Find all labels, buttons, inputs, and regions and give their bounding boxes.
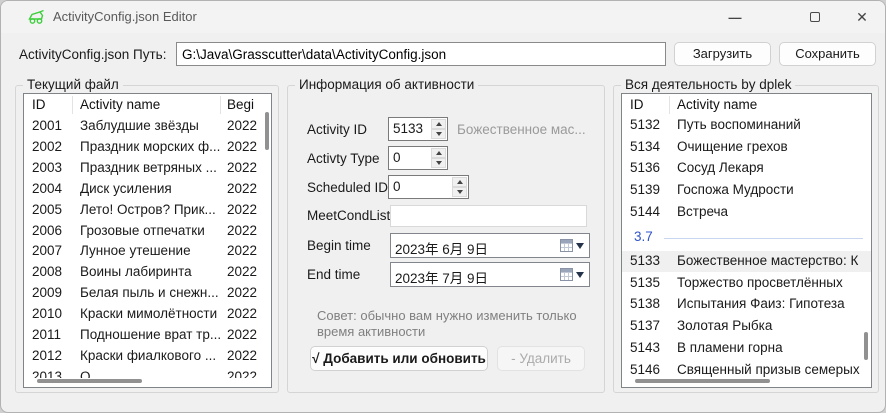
table-row[interactable]: 5144Встреча: [622, 202, 871, 223]
spin-up-icon[interactable]: [431, 119, 446, 129]
chevron-down-icon[interactable]: [576, 272, 584, 278]
path-label: ActivityConfig.json Путь:: [19, 47, 166, 62]
begin-time-picker[interactable]: 2023年 6月 9日: [390, 233, 590, 258]
horizontal-scrollbar[interactable]: [635, 379, 770, 383]
end-time-picker[interactable]: 2023年 7月 9日: [390, 262, 590, 287]
scheduled-id-stepper[interactable]: 0: [388, 175, 469, 199]
app-window: ActivityConfig.json Editor — ✕ ActivityC…: [0, 0, 886, 413]
vertical-scrollbar[interactable]: [864, 332, 868, 360]
table-row[interactable]: 5143В пламени горна: [622, 338, 871, 359]
scheduled-id-label: Scheduled ID: [307, 180, 388, 195]
minimize-icon: —: [729, 10, 742, 25]
table-row[interactable]: 2011Подношение врат тр...2022: [24, 325, 271, 346]
activity-info-group-title: Информация об активности: [295, 77, 478, 92]
table-row[interactable]: 5139Госпожа Мудрости: [622, 180, 871, 201]
activity-id-stepper[interactable]: 5133: [388, 117, 448, 141]
spin-down-icon[interactable]: [452, 187, 467, 197]
hint-text: Совет: обычно вам нужно изменить только …: [317, 308, 577, 340]
table-row[interactable]: 2005Лето! Остров? Прик...2022: [24, 200, 271, 221]
table-row-selected[interactable]: 5133Божественное мастерство: К: [622, 251, 871, 272]
all-activities-group-title: Вся деятельность by dplek: [621, 77, 795, 92]
all-activities-group: Вся деятельность by dplek ID Activity na…: [613, 85, 879, 393]
horizontal-scrollbar[interactable]: [37, 379, 142, 383]
calendar-icon: [560, 239, 573, 252]
activity-type-stepper[interactable]: 0: [388, 146, 448, 170]
table-row[interactable]: 2010Краски мимолётности2022: [24, 304, 271, 325]
activity-id-label: Activity ID: [307, 122, 367, 137]
table-row[interactable]: 5146Священный призыв семерых: [622, 360, 871, 381]
delete-button: - Удалить: [497, 346, 585, 371]
vertical-scrollbar[interactable]: [265, 112, 269, 150]
column-id[interactable]: ID: [630, 97, 644, 112]
column-activity-name[interactable]: Activity name: [80, 97, 160, 112]
table-row[interactable]: 2008Воины лабиринта2022: [24, 262, 271, 283]
save-button[interactable]: Сохранить: [779, 42, 876, 66]
meetcondlist-label: MeetCondList: [307, 208, 390, 223]
version-separator: 3.7: [622, 226, 871, 248]
current-file-table[interactable]: ID Activity name Begi 2001Заблудшие звёз…: [23, 93, 272, 388]
grasscutter-logo-icon: [27, 9, 45, 25]
column-activity-name[interactable]: Activity name: [677, 97, 757, 112]
table-row[interactable]: 5137Золотая Рыбка: [622, 316, 871, 337]
table-header[interactable]: ID Activity name: [622, 94, 871, 116]
column-divider: [220, 96, 221, 114]
table-row[interactable]: 2007Лунное утешение2022: [24, 241, 271, 262]
begin-time-label: Begin time: [307, 238, 371, 253]
window-title: ActivityConfig.json Editor: [53, 9, 197, 24]
spin-up-icon[interactable]: [452, 177, 467, 187]
table-row[interactable]: 2006Грозовые отпечатки2022: [24, 221, 271, 242]
close-icon: ✕: [856, 9, 868, 26]
meetcondlist-input[interactable]: [390, 205, 587, 227]
table-row[interactable]: 5136Сосуд Лекаря: [622, 158, 871, 179]
table-row[interactable]: 2001Заблудшие звёзды2022: [24, 116, 271, 137]
path-input[interactable]: [176, 42, 666, 66]
load-button[interactable]: Загрузить: [674, 42, 771, 66]
spin-down-icon[interactable]: [431, 129, 446, 139]
activity-type-label: Activty Type: [307, 151, 380, 166]
table-row[interactable]: 2004Диск усиления2022: [24, 179, 271, 200]
add-or-update-button[interactable]: √ Добавить или обновить: [310, 346, 488, 371]
calendar-icon: [560, 268, 573, 281]
column-divider: [669, 96, 670, 114]
minimize-button[interactable]: —: [712, 1, 758, 33]
table-row[interactable]: 2009Белая пыль и снежн...2022: [24, 283, 271, 304]
table-row[interactable]: 5135Торжество просветлённых: [622, 273, 871, 294]
maximize-button[interactable]: [792, 1, 838, 33]
close-button[interactable]: ✕: [839, 1, 885, 33]
all-activities-table[interactable]: ID Activity name 5132Путь воспоминаний 5…: [621, 93, 872, 388]
column-divider: [72, 96, 73, 114]
end-time-label: End time: [307, 267, 360, 282]
table-row[interactable]: 5134Очищение грехов: [622, 137, 871, 158]
chevron-down-icon[interactable]: [576, 243, 584, 249]
maximize-icon: [810, 12, 820, 22]
table-row[interactable]: 2012Краски фиалкового ...2022: [24, 346, 271, 367]
table-row[interactable]: 2003Праздник ветряных ...2022: [24, 158, 271, 179]
column-begin[interactable]: Begi: [227, 97, 254, 112]
separator-line: [664, 238, 863, 239]
title-bar[interactable]: ActivityConfig.json Editor — ✕: [1, 1, 885, 33]
spin-up-icon[interactable]: [431, 148, 446, 158]
table-row-partial[interactable]: 2013О...2022: [24, 367, 271, 378]
current-file-group-title: Текущий файл: [23, 77, 123, 92]
spin-down-icon[interactable]: [431, 158, 446, 168]
column-id[interactable]: ID: [32, 97, 46, 112]
table-row[interactable]: 2002Праздник морских ф...2022: [24, 137, 271, 158]
table-header[interactable]: ID Activity name Begi: [24, 94, 271, 116]
activity-name-note: Божественное мас...: [457, 122, 586, 137]
current-file-group: Текущий файл ID Activity name Begi 2001З…: [15, 85, 279, 393]
version-label: 3.7: [634, 229, 653, 244]
activity-info-group: Информация об активности Activity ID 513…: [287, 85, 605, 393]
table-row[interactable]: 5132Путь воспоминаний: [622, 115, 871, 136]
table-row[interactable]: 5138Испытания Фаиз: Гипотеза: [622, 294, 871, 315]
